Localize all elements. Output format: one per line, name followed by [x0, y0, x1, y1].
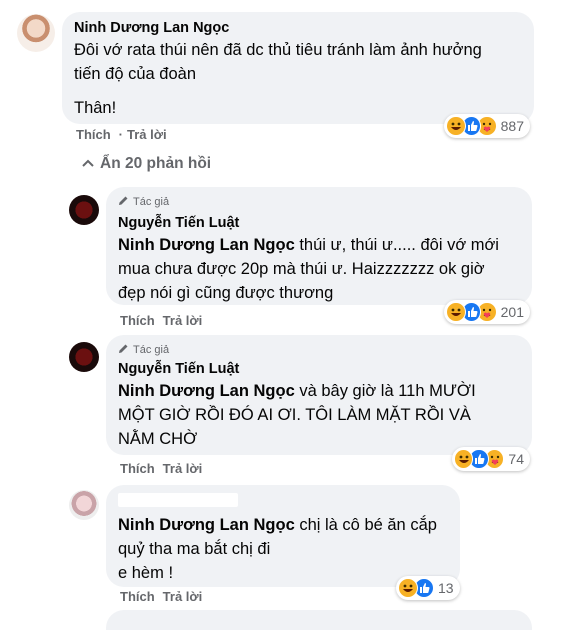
- reaction-count: 13: [438, 580, 454, 596]
- comment-actions: Thích Trả lời: [120, 461, 210, 476]
- top-edge: [0, 0, 580, 4]
- like-button[interactable]: Thích: [76, 127, 111, 142]
- comment-text: chị là cô bé ăn cắp: [294, 516, 437, 534]
- reply-button[interactable]: Trả lời: [163, 589, 203, 604]
- author-badge-label: Tác giả: [133, 196, 170, 208]
- reply-button[interactable]: Trả lời: [163, 313, 203, 328]
- comment-actions: Thích · Trả lời: [76, 127, 175, 142]
- haha-icon: [446, 302, 466, 322]
- comment-text: và bây giờ là 11h MƯỜI: [294, 382, 476, 400]
- comment-actions: Thích Trả lời: [120, 313, 210, 328]
- avatar[interactable]: [17, 14, 55, 52]
- mention-link[interactable]: Ninh Dương Lan Ngọc: [118, 516, 295, 534]
- comment-author[interactable]: Nguyễn Tiến Luật: [118, 215, 520, 231]
- comment-bubble: Ninh Dương Lan Ngọc Đôi vớ rata thúi nên…: [62, 12, 534, 124]
- haha-icon: [454, 449, 474, 469]
- author-badge: Tác giả: [118, 343, 520, 357]
- comment-text-line: Đôi vớ rata thúi nên đã dc thủ tiêu trán…: [74, 41, 482, 59]
- reply-bubble: Ninh Dương Lan Ngọc chị là cô bé ăn cắp …: [106, 485, 460, 587]
- reaction-count: 887: [500, 118, 524, 134]
- pencil-icon: [118, 343, 129, 357]
- reply-button[interactable]: Trả lời: [127, 127, 167, 142]
- avatar[interactable]: [69, 195, 99, 225]
- hide-replies-toggle[interactable]: Ẩn 20 phản hồi: [82, 155, 211, 173]
- reply-bubble: Tác giả Nguyễn Tiến Luật Ninh Dương Lan …: [106, 335, 532, 455]
- avatar[interactable]: [69, 342, 99, 372]
- pencil-icon: [118, 195, 129, 209]
- comment-text-line: Ninh Dương Lan Ngọc và bây giờ là 11h MƯ…: [118, 379, 520, 403]
- comment-text-line: tiến độ của đoàn: [74, 65, 197, 83]
- comment-author[interactable]: Ninh Dương Lan Ngọc: [74, 20, 522, 36]
- reactions-summary[interactable]: 887: [444, 114, 530, 138]
- like-button[interactable]: Thích: [120, 589, 155, 604]
- comment-actions: Thích Trả lời: [120, 589, 210, 604]
- like-button[interactable]: Thích: [120, 461, 155, 476]
- dot-separator: ·: [118, 127, 124, 142]
- author-badge-label: Tác giả: [133, 344, 170, 356]
- reply-button[interactable]: Trả lời: [163, 461, 203, 476]
- mention-link[interactable]: Ninh Dương Lan Ngọc: [118, 236, 295, 254]
- comment-text-line: mua chưa được 20p mà thúi ư. Haizzzzzzz …: [118, 260, 485, 278]
- avatar[interactable]: [69, 490, 99, 520]
- redacted-author-name: [118, 493, 238, 507]
- reactions-summary[interactable]: 74: [452, 447, 530, 471]
- comment-text-line: quỷ tha ma bắt chị đi: [118, 540, 271, 558]
- reactions-summary[interactable]: 201: [444, 300, 530, 324]
- hide-replies-label: Ẩn 20 phản hồi: [100, 155, 212, 172]
- mention-link[interactable]: Ninh Dương Lan Ngọc: [118, 382, 295, 400]
- haha-icon: [446, 116, 466, 136]
- comment-text-line: Ninh Dương Lan Ngọc chị là cô bé ăn cắp: [118, 513, 448, 537]
- comment-text-line: Ninh Dương Lan Ngọc thúi ư, thúi ư..... …: [118, 233, 520, 257]
- reply-bubble: [106, 610, 532, 630]
- comment-text: thúi ư, thúi ư..... đôi vớ mới: [294, 236, 499, 254]
- comment-author[interactable]: Nguyễn Tiến Luật: [118, 361, 520, 377]
- comment-text-line: MỘT GIỜ RỒI ĐÓ AI ƠI. TÔI LÀM MẶT RỒI VÀ: [118, 406, 471, 424]
- reactions-summary[interactable]: 13: [396, 576, 460, 600]
- reaction-count: 201: [500, 304, 524, 320]
- reply-bubble: Tác giả Nguyễn Tiến Luật Ninh Dương Lan …: [106, 187, 532, 305]
- haha-icon: [398, 578, 418, 598]
- chevron-up-icon: [82, 155, 94, 173]
- like-button[interactable]: Thích: [120, 313, 155, 328]
- reaction-count: 74: [508, 451, 524, 467]
- author-badge: Tác giả: [118, 195, 520, 209]
